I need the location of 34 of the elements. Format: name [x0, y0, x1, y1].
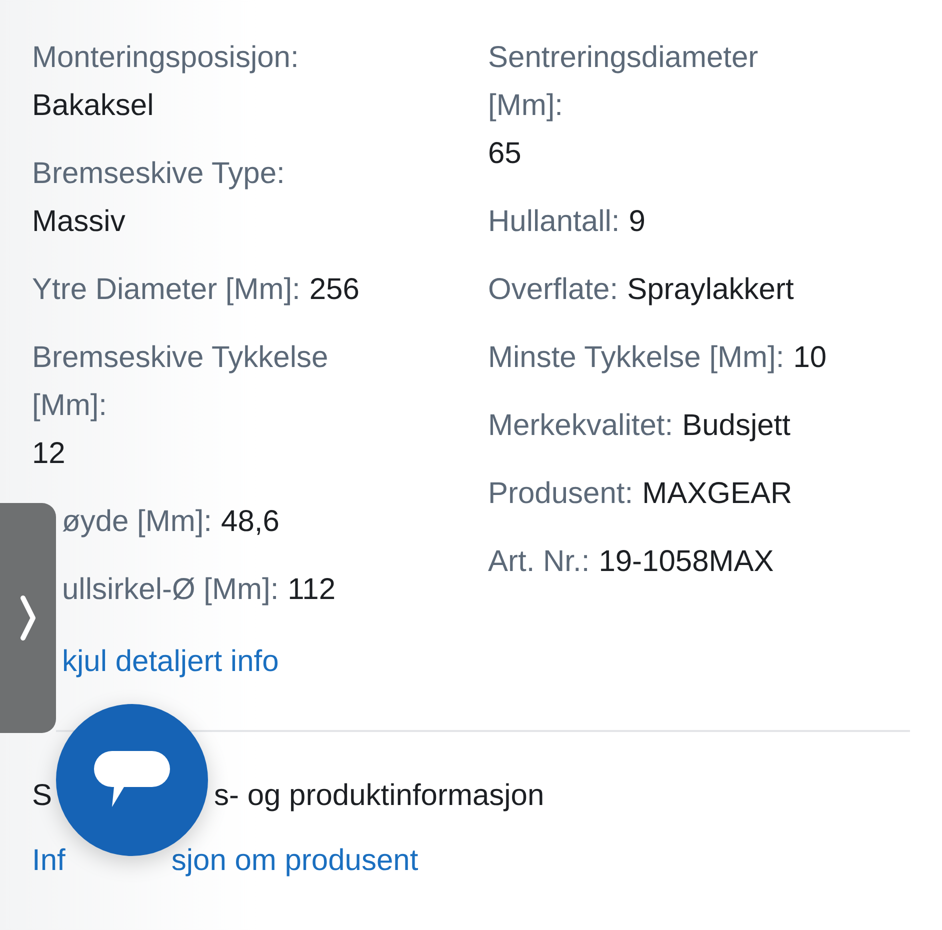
- spec-label: øyde [Mm]:: [62, 505, 212, 538]
- manufacturer-link[interactable]: sjon om produsent: [171, 844, 418, 878]
- spec-value: Budsjett: [682, 409, 790, 442]
- spec-label: Monteringsposisjon:: [32, 40, 300, 76]
- section-heading: s- og produktinformasjon: [214, 778, 544, 814]
- spec-value: 10: [793, 341, 827, 374]
- spec-value: 65: [488, 136, 522, 172]
- manufacturer-link[interactable]: Inf: [32, 844, 66, 878]
- spec-label: Bremseskive Tykkelse [Mm]:: [32, 340, 330, 424]
- spec-label: Ytre Diameter [Mm]:: [32, 273, 300, 306]
- section-heading: S: [32, 778, 52, 814]
- spec-label: Merkekvalitet:: [488, 409, 674, 442]
- spec-label: Overflate:: [488, 273, 618, 306]
- spec-label: Art. Nr.:: [488, 545, 590, 578]
- spec-label: Produsent:: [488, 477, 634, 510]
- spec-value: Spraylakkert: [627, 273, 794, 306]
- spec-value: Massiv: [32, 204, 126, 240]
- side-panel-tab[interactable]: [0, 503, 56, 733]
- chat-bubble-icon: [94, 751, 170, 809]
- spec-value: 48,6: [221, 505, 280, 538]
- spec-label: Hullantall:: [488, 205, 620, 238]
- spec-value: 112: [288, 573, 336, 606]
- hide-details-link[interactable]: kjul detaljert info: [62, 638, 279, 686]
- spec-value: 9: [628, 205, 646, 238]
- spec-label: Sentreringsdiameter [Mm]:: [488, 40, 760, 124]
- spec-value: 256: [309, 273, 360, 306]
- spec-value: 19-1058MAX: [598, 545, 774, 578]
- spec-label: Bremseskive Type:: [32, 156, 286, 192]
- chevron-right-icon: [20, 595, 36, 641]
- spec-value: MAXGEAR: [642, 477, 792, 510]
- spec-label: ullsirkel-Ø [Mm]:: [62, 573, 279, 606]
- spec-label: Minste Tykkelse [Mm]:: [488, 341, 784, 374]
- spec-value: Bakaksel: [32, 88, 155, 124]
- spec-value: 12: [32, 436, 66, 472]
